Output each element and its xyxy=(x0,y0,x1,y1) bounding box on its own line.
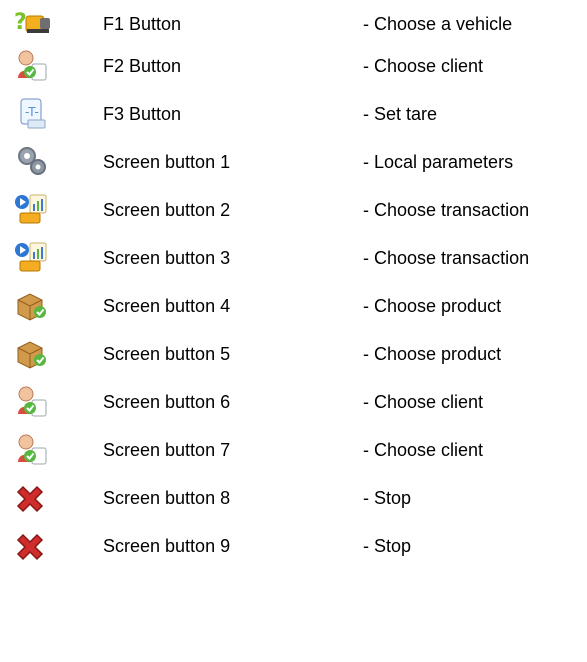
legend-label: Screen button 1 xyxy=(103,152,231,172)
legend-row-screen-6: Screen button 6 - Choose client xyxy=(0,382,587,422)
legend-description: - Stop xyxy=(363,536,412,556)
legend-label: Screen button 8 xyxy=(103,488,231,508)
svg-text:-T-: -T- xyxy=(25,105,39,119)
legend-description: - Choose transaction xyxy=(363,248,530,268)
legend-label: Screen button 7 xyxy=(103,440,231,460)
legend-label: F1 Button xyxy=(103,14,182,34)
client-icon xyxy=(12,432,52,468)
legend-label: Screen button 4 xyxy=(103,296,231,316)
legend-row-screen-4: Screen button 4 - Choose product xyxy=(0,286,587,326)
legend-row-f1: ? F1 Button - Choose a vehicle xyxy=(0,4,587,44)
legend-label: F3 Button xyxy=(103,104,182,124)
gears-icon xyxy=(12,144,52,180)
svg-text:?: ? xyxy=(14,10,27,35)
transaction-icon xyxy=(12,240,52,276)
legend-row-screen-5: Screen button 5 - Choose product xyxy=(0,334,587,374)
product-icon xyxy=(12,336,52,372)
legend-row-f2: F2 Button - Choose client xyxy=(0,46,587,86)
legend-row-screen-7: Screen button 7 - Choose client xyxy=(0,430,587,470)
legend-label: Screen button 3 xyxy=(103,248,231,268)
legend-row-screen-8: Screen button 8 - Stop xyxy=(0,478,587,518)
legend-description: - Choose client xyxy=(363,392,484,412)
legend-description: - Choose transaction xyxy=(363,200,530,220)
legend-description: - Set tare xyxy=(363,104,438,124)
client-icon xyxy=(12,384,52,420)
legend-description: - Local parameters xyxy=(363,152,514,172)
legend-description: - Choose product xyxy=(363,296,502,316)
legend-label: Screen button 5 xyxy=(103,344,231,364)
stop-icon xyxy=(12,480,52,516)
legend-row-screen-9: Screen button 9 - Stop xyxy=(0,526,587,566)
legend-row-f3: -T- F3 Button - Set tare xyxy=(0,94,587,134)
vehicle-question-icon: ? xyxy=(12,6,52,42)
legend-description: - Choose a vehicle xyxy=(363,14,513,34)
legend-row-screen-2: Screen button 2 - Choose transaction xyxy=(0,190,587,230)
legend-label: Screen button 2 xyxy=(103,200,231,220)
client-icon xyxy=(12,48,52,84)
transaction-icon xyxy=(12,192,52,228)
legend-description: - Choose client xyxy=(363,56,484,76)
button-legend: ? F1 Button - Choose a vehicle F2 Button… xyxy=(0,0,587,662)
legend-description: - Stop xyxy=(363,488,412,508)
legend-description: - Choose client xyxy=(363,440,484,460)
legend-label: Screen button 6 xyxy=(103,392,231,412)
stop-icon xyxy=(12,528,52,564)
legend-row-screen-3: Screen button 3 - Choose transaction xyxy=(0,238,587,278)
tare-icon: -T- xyxy=(12,96,52,132)
product-icon xyxy=(12,288,52,324)
legend-description: - Choose product xyxy=(363,344,502,364)
legend-row-screen-1: Screen button 1 - Local parameters xyxy=(0,142,587,182)
legend-label: Screen button 9 xyxy=(103,536,231,556)
legend-label: F2 Button xyxy=(103,56,182,76)
